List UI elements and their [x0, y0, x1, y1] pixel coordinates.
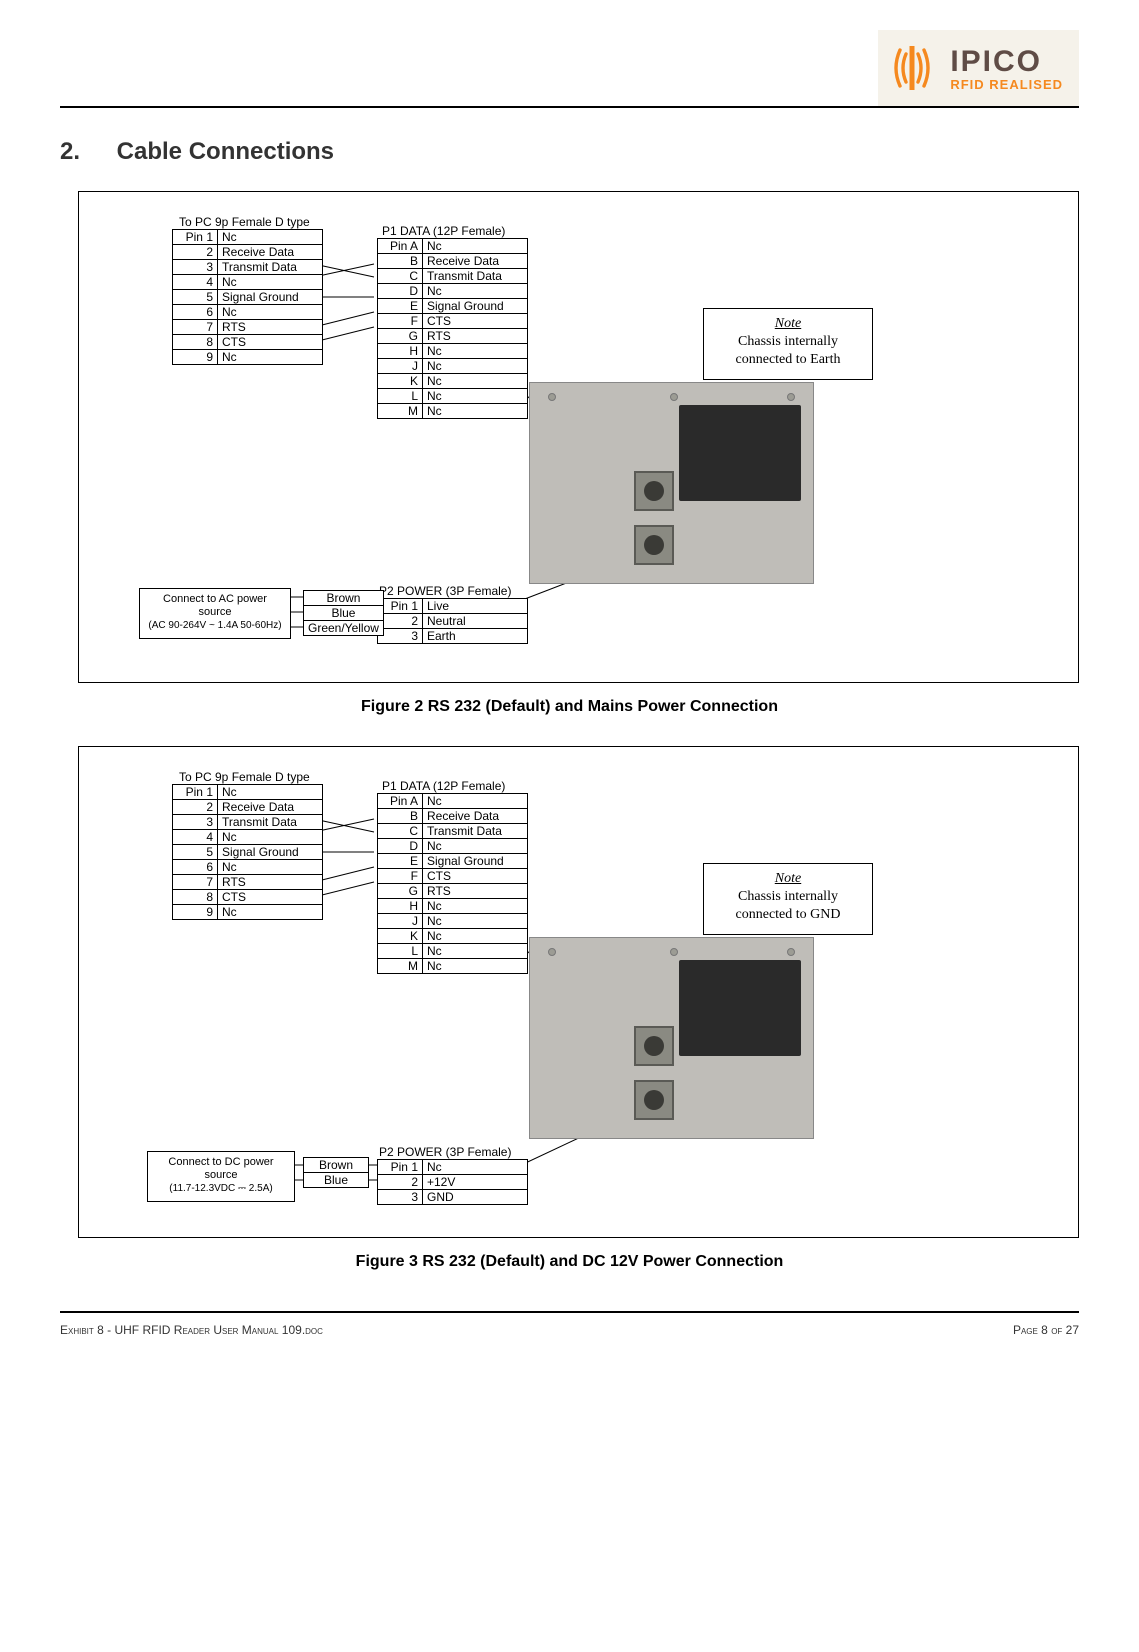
footer-right: Page 8 of 27	[1013, 1323, 1079, 1337]
pwr-line2: source	[154, 1169, 288, 1182]
p2-table-title: P2 POWER (3P Female)	[379, 584, 511, 598]
note-title: Note	[708, 870, 868, 888]
wire-colors: BrownBlue	[303, 1157, 369, 1188]
power-source-box: Connect to AC power source (AC 90-264V ~…	[139, 588, 291, 639]
figure3-caption: Figure 3 RS 232 (Default) and DC 12V Pow…	[60, 1253, 1079, 1271]
power-source-box: Connect to DC power source (11.7-12.3VDC…	[147, 1151, 295, 1202]
device-photo	[529, 382, 814, 584]
pwr-line2: source	[146, 606, 284, 619]
pwr-line1: Connect to AC power	[146, 593, 284, 606]
logo-tagline: RFID REALISED	[950, 77, 1063, 92]
pc-table-title: To PC 9p Female D type	[179, 770, 310, 784]
footer-left: Exhibit 8 - UHF RFID Reader User Manual …	[60, 1323, 323, 1337]
p1-table-title: P1 DATA (12P Female)	[382, 779, 505, 793]
p2-pin-table: Pin 1Nc2+12V3GND	[377, 1159, 528, 1205]
logo-icon	[884, 40, 940, 96]
device-photo	[529, 937, 814, 1139]
section-number: 2.	[60, 138, 110, 166]
section-title: Cable Connections	[117, 138, 334, 165]
page-header: IPICO RFID REALISED	[60, 30, 1079, 108]
note-text: Chassis internally connected to Earth	[708, 333, 868, 369]
pc-pin-table: Pin 1Nc2Receive Data3Transmit Data4Nc5Si…	[172, 784, 323, 920]
logo-name: IPICO	[950, 45, 1063, 79]
section-heading: 2. Cable Connections	[60, 138, 1079, 166]
wire-colors: BrownBlueGreen/Yellow	[303, 590, 384, 636]
p1-pin-table: Pin ANcBReceive DataCTransmit DataDNcESi…	[377, 238, 528, 419]
note-box: Note Chassis internally connected to GND	[703, 863, 873, 935]
pwr-line1: Connect to DC power	[154, 1156, 288, 1169]
page-footer: Exhibit 8 - UHF RFID Reader User Manual …	[60, 1311, 1079, 1337]
figure3-box: To PC 9p Female D type Pin 1Nc2Receive D…	[78, 746, 1079, 1238]
note-box: Note Chassis internally connected to Ear…	[703, 308, 873, 380]
logo: IPICO RFID REALISED	[878, 30, 1079, 106]
note-title: Note	[708, 315, 868, 333]
p2-pin-table: Pin 1Live2Neutral3Earth	[377, 598, 528, 644]
p1-table-title: P1 DATA (12P Female)	[382, 224, 505, 238]
p1-pin-table: Pin ANcBReceive DataCTransmit DataDNcESi…	[377, 793, 528, 974]
pc-table-title: To PC 9p Female D type	[179, 215, 310, 229]
p2-table-title: P2 POWER (3P Female)	[379, 1145, 511, 1159]
figure2-caption: Figure 2 RS 232 (Default) and Mains Powe…	[60, 698, 1079, 716]
pc-pin-table: Pin 1Nc2Receive Data3Transmit Data4Nc5Si…	[172, 229, 323, 365]
note-text: Chassis internally connected to GND	[708, 888, 868, 924]
pwr-line3: (11.7-12.3VDC ⎓ 2.5A)	[154, 1182, 288, 1195]
pwr-line3: (AC 90-264V ~ 1.4A 50-60Hz)	[146, 619, 284, 632]
figure2-box: To PC 9p Female D type Pin 1Nc2Receive D…	[78, 191, 1079, 683]
